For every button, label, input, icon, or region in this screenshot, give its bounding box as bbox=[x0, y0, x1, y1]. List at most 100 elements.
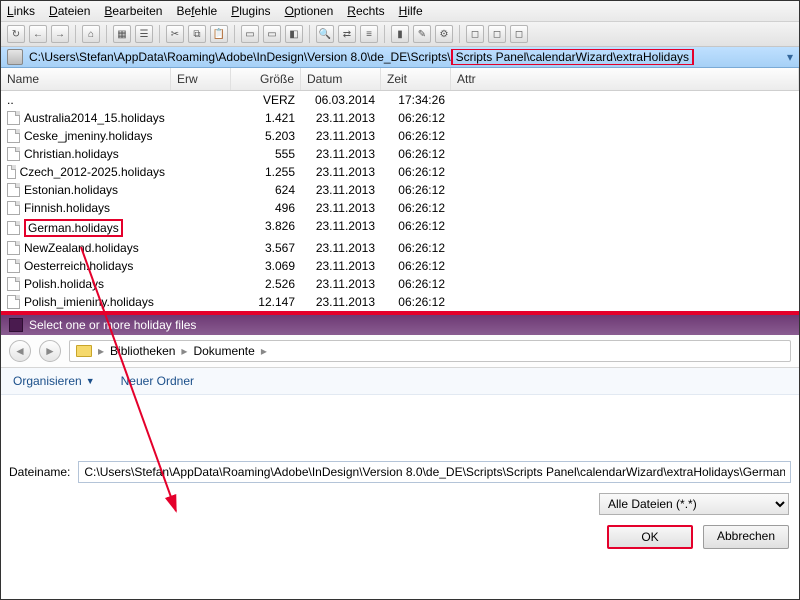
menu-befehle[interactable]: Befehle bbox=[176, 4, 217, 18]
tb-back-icon[interactable]: ← bbox=[29, 25, 47, 43]
menu-plugins[interactable]: Plugins bbox=[231, 4, 270, 18]
file-name: German.holidays bbox=[24, 219, 123, 237]
nav-fwd-icon[interactable]: ► bbox=[39, 340, 61, 362]
file-date: 23.11.2013 bbox=[301, 218, 381, 238]
button-row: OK Abbrechen bbox=[1, 519, 799, 559]
table-row[interactable]: German.holidays3.82623.11.201306:26:12 bbox=[1, 217, 799, 239]
column-headers: Name Erw Größe Datum Zeit Attr bbox=[1, 68, 799, 91]
tb-extra3-icon[interactable]: ◻ bbox=[510, 25, 528, 43]
chevron-right-icon: ▸ bbox=[181, 344, 187, 358]
table-row[interactable]: Christian.holidays55523.11.201306:26:12 bbox=[1, 145, 799, 163]
filter-row: Alle Dateien (*.*) bbox=[1, 489, 799, 519]
path-highlight: Scripts Panel\calendarWizard\extraHolida… bbox=[451, 49, 694, 65]
file-time: 06:26:12 bbox=[381, 200, 451, 216]
table-row[interactable]: Polish.holidays2.52623.11.201306:26:12 bbox=[1, 275, 799, 293]
tb-paste-icon[interactable]: 📋 bbox=[210, 25, 228, 43]
table-row[interactable]: Ceske_jmeniny.holidays5.20323.11.201306:… bbox=[1, 127, 799, 145]
file-time: 17:34:26 bbox=[381, 92, 451, 108]
dialog-body bbox=[1, 395, 799, 455]
tb-copy-icon[interactable]: ⧉ bbox=[188, 25, 206, 43]
col-erw[interactable]: Erw bbox=[171, 68, 231, 90]
filetype-select[interactable]: Alle Dateien (*.*) bbox=[599, 493, 789, 515]
ok-button[interactable]: OK bbox=[607, 525, 693, 549]
file-name: Australia2014_15.holidays bbox=[24, 111, 165, 125]
col-time[interactable]: Zeit bbox=[381, 68, 451, 90]
tb-tree-icon[interactable]: ☰ bbox=[135, 25, 153, 43]
file-icon bbox=[7, 165, 16, 179]
nav-back-icon[interactable]: ◄ bbox=[9, 340, 31, 362]
tb-home-icon[interactable]: ⌂ bbox=[82, 25, 100, 43]
table-row[interactable]: Finnish.holidays49623.11.201306:26:12 bbox=[1, 199, 799, 217]
tb-notepad-icon[interactable]: ✎ bbox=[413, 25, 431, 43]
col-date[interactable]: Datum bbox=[301, 68, 381, 90]
table-row[interactable]: Estonian.holidays62423.11.201306:26:12 bbox=[1, 181, 799, 199]
file-size: 1.421 bbox=[231, 110, 301, 126]
file-size: 3.069 bbox=[231, 258, 301, 274]
tb-extra1-icon[interactable]: ◻ bbox=[466, 25, 484, 43]
menu-optionen[interactable]: Optionen bbox=[285, 4, 334, 18]
table-row[interactable]: ..VERZ06.03.201417:34:26 bbox=[1, 91, 799, 109]
file-date: 23.11.2013 bbox=[301, 164, 381, 180]
file-icon bbox=[7, 201, 20, 215]
file-icon bbox=[7, 277, 20, 291]
menu-rechts[interactable]: Rechts bbox=[347, 4, 384, 18]
tb-pack-icon[interactable]: ▭ bbox=[241, 25, 259, 43]
tb-sync-icon[interactable]: ⇄ bbox=[338, 25, 356, 43]
file-size: 624 bbox=[231, 182, 301, 198]
menu-bearbeiten[interactable]: Bearbeiten bbox=[104, 4, 162, 18]
file-icon bbox=[7, 295, 20, 309]
chevron-right-icon: ▸ bbox=[98, 344, 104, 358]
tb-compare-icon[interactable]: ≡ bbox=[360, 25, 378, 43]
file-date: 23.11.2013 bbox=[301, 110, 381, 126]
tb-refresh-icon[interactable]: ↻ bbox=[7, 25, 25, 43]
dialog-title-text: Select one or more holiday files bbox=[29, 318, 196, 332]
breadcrumb[interactable]: ▸ Bibliotheken ▸ Dokumente ▸ bbox=[69, 340, 791, 362]
file-size: 5.203 bbox=[231, 128, 301, 144]
menu-bar: Links Dateien Bearbeiten Befehle Plugins… bbox=[1, 1, 799, 22]
breadcrumb-docs[interactable]: Dokumente bbox=[193, 344, 254, 358]
table-row[interactable]: Czech_2012-2025.holidays1.25523.11.20130… bbox=[1, 163, 799, 181]
col-size[interactable]: Größe bbox=[231, 68, 301, 90]
menu-links[interactable]: Links bbox=[7, 4, 35, 18]
file-size: 12.147 bbox=[231, 294, 301, 310]
tb-fwd-icon[interactable]: → bbox=[51, 25, 69, 43]
file-date: 23.11.2013 bbox=[301, 128, 381, 144]
table-row[interactable]: Polish_imieniny.holidays12.14723.11.2013… bbox=[1, 293, 799, 311]
separator bbox=[309, 25, 310, 43]
col-attr[interactable]: Attr bbox=[451, 68, 799, 90]
tb-ftp-icon[interactable]: ◧ bbox=[285, 25, 303, 43]
tb-unpack-icon[interactable]: ▭ bbox=[263, 25, 281, 43]
file-time: 06:26:12 bbox=[381, 164, 451, 180]
table-row[interactable]: Oesterreich.holidays3.06923.11.201306:26… bbox=[1, 257, 799, 275]
tb-search-icon[interactable]: 🔍 bbox=[316, 25, 334, 43]
table-row[interactable]: NewZealand.holidays3.56723.11.201306:26:… bbox=[1, 239, 799, 257]
tb-extra2-icon[interactable]: ◻ bbox=[488, 25, 506, 43]
file-size: 3.826 bbox=[231, 218, 301, 238]
breadcrumb-lib[interactable]: Bibliotheken bbox=[110, 344, 175, 358]
menu-hilfe[interactable]: Hilfe bbox=[399, 4, 423, 18]
file-date: 23.11.2013 bbox=[301, 146, 381, 162]
tb-cut-icon[interactable]: ✂ bbox=[166, 25, 184, 43]
file-name: NewZealand.holidays bbox=[24, 241, 139, 255]
file-time: 06:26:12 bbox=[381, 182, 451, 198]
cancel-button[interactable]: Abbrechen bbox=[703, 525, 789, 549]
table-row[interactable]: Australia2014_15.holidays 1.42123.11.2013… bbox=[1, 109, 799, 127]
filename-input[interactable] bbox=[78, 461, 791, 483]
menu-dateien[interactable]: Dateien bbox=[49, 4, 90, 18]
file-date: 23.11.2013 bbox=[301, 182, 381, 198]
dropdown-icon[interactable]: ▾ bbox=[787, 50, 793, 64]
file-name: Polish.holidays bbox=[24, 277, 104, 291]
file-icon bbox=[7, 241, 20, 255]
file-time: 06:26:12 bbox=[381, 128, 451, 144]
filename-label: Dateiname: bbox=[9, 465, 70, 479]
organize-button[interactable]: Organisieren ▼ bbox=[13, 374, 95, 388]
col-name[interactable]: Name bbox=[1, 68, 171, 90]
tb-config-icon[interactable]: ⚙ bbox=[435, 25, 453, 43]
address-bar[interactable]: C:\Users\Stefan\AppData\Roaming\Adobe\In… bbox=[1, 47, 799, 68]
file-date: 23.11.2013 bbox=[301, 240, 381, 256]
new-folder-button[interactable]: Neuer Ordner bbox=[121, 374, 194, 388]
file-time: 06:26:12 bbox=[381, 240, 451, 256]
separator bbox=[234, 25, 235, 43]
tb-term-icon[interactable]: ▮ bbox=[391, 25, 409, 43]
tb-view-icon[interactable]: ▦ bbox=[113, 25, 131, 43]
